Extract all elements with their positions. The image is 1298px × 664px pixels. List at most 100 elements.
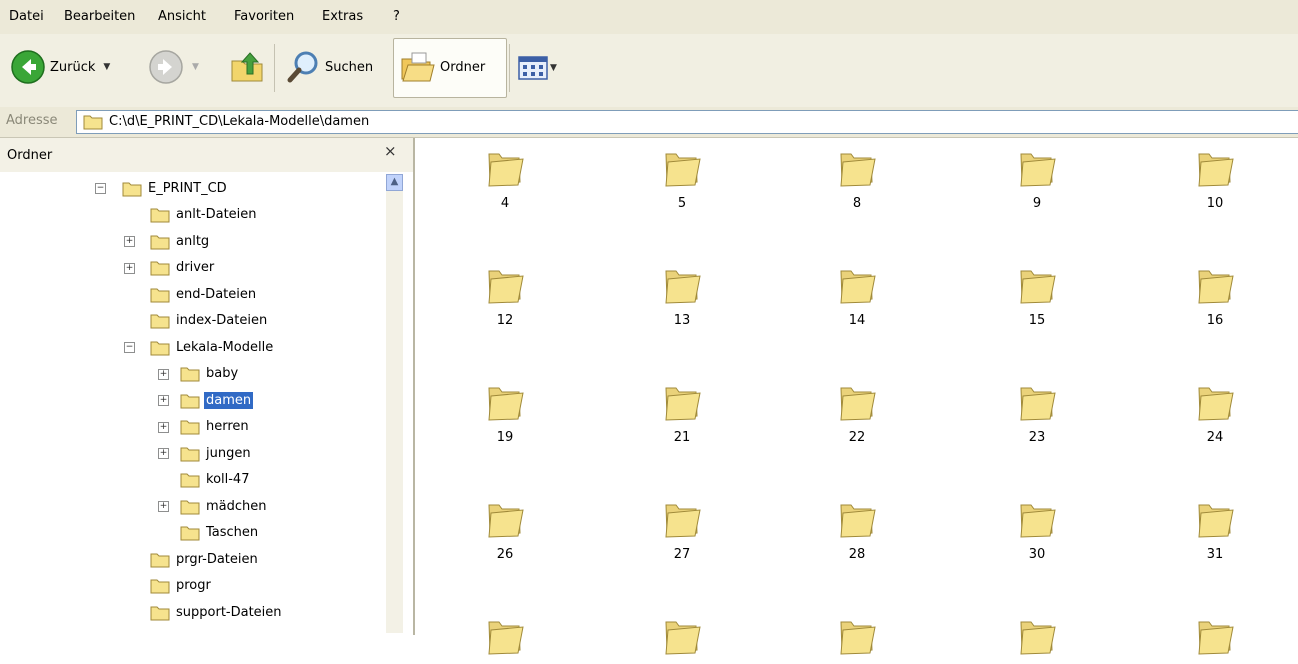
folder-name: 30 (1028, 547, 1046, 562)
back-button[interactable]: Zurück ▼ (10, 49, 110, 85)
folder-item[interactable] (1155, 618, 1275, 664)
tree-item[interactable]: baby (180, 363, 240, 385)
folder-icon (150, 235, 170, 249)
folder-icon (840, 387, 876, 421)
expand-icon[interactable]: + (158, 501, 169, 512)
tree-item-label: driver (176, 260, 215, 275)
folder-icon (1020, 504, 1056, 538)
tree-item[interactable]: mädchen (180, 495, 269, 517)
folder-pane-header: Ordner × (0, 138, 413, 172)
folder-name: 24 (1206, 430, 1224, 445)
folder-item[interactable]: 22 (797, 384, 917, 445)
tree-item[interactable]: anltg (150, 230, 211, 252)
view-button[interactable]: ▼ (518, 56, 557, 80)
folder-item[interactable]: 9 (977, 150, 1097, 211)
view-grid-icon (518, 56, 548, 80)
back-dropdown-icon[interactable]: ▼ (103, 62, 110, 72)
forward-dropdown-icon[interactable]: ▼ (192, 62, 199, 72)
folder-icon (1020, 387, 1056, 421)
up-folder-button[interactable] (228, 47, 266, 85)
menu-ansicht[interactable]: Ansicht (158, 9, 206, 24)
folder-icon (488, 387, 524, 421)
tree-item[interactable]: prgr-Dateien (150, 548, 260, 570)
tree-item[interactable]: progr (150, 575, 213, 597)
tree-item[interactable]: anlt-Dateien (150, 204, 259, 226)
folder-item[interactable]: 5 (622, 150, 742, 211)
folder-pane-title: Ordner (7, 148, 53, 163)
folder-item[interactable]: 23 (977, 384, 1097, 445)
folder-icon (180, 394, 200, 408)
search-button[interactable]: Suchen (285, 49, 373, 85)
folder-icon (180, 473, 200, 488)
tree-item-label: Lekala-Modelle (176, 339, 274, 355)
folder-icon (150, 579, 170, 594)
folder-item[interactable]: 13 (622, 267, 742, 328)
search-label: Suchen (325, 59, 374, 75)
folder-item[interactable]: 24 (1155, 384, 1275, 445)
folder-icon (180, 526, 200, 541)
folder-item[interactable] (797, 618, 917, 664)
close-icon[interactable]: × (384, 142, 397, 160)
folder-item[interactable] (977, 618, 1097, 664)
folder-item[interactable]: 31 (1155, 501, 1275, 562)
folder-icon (1020, 153, 1056, 187)
tree-item[interactable]: herren (180, 416, 251, 438)
folder-item[interactable]: 27 (622, 501, 742, 562)
folder-icon (1198, 504, 1234, 538)
folder-item[interactable]: 15 (977, 267, 1097, 328)
folder-name: 23 (1028, 430, 1046, 445)
folders-button[interactable]: Ordner (393, 38, 507, 98)
collapse-icon[interactable]: − (124, 342, 135, 353)
menu-extras[interactable]: Extras (322, 9, 363, 24)
folder-item[interactable]: 4 (445, 150, 565, 211)
folder-icon (150, 606, 170, 620)
folder-item[interactable]: 16 (1155, 267, 1275, 328)
menu-bearbeiten[interactable]: Bearbeiten (64, 9, 135, 24)
tree-scrollbar[interactable]: ▲ (386, 174, 403, 633)
tree-item[interactable]: index-Dateien (150, 310, 269, 332)
scroll-up-icon[interactable]: ▲ (386, 174, 403, 191)
folder-name: 13 (673, 313, 691, 328)
folder-item[interactable]: 21 (622, 384, 742, 445)
tree-item[interactable]: Taschen (180, 522, 260, 544)
expand-icon[interactable]: + (158, 421, 169, 433)
tree-item[interactable]: Lekala-Modelle (150, 336, 275, 358)
folder-icon (665, 270, 701, 304)
folder-item[interactable]: 19 (445, 384, 565, 445)
tree-item[interactable]: damen (180, 389, 254, 411)
folder-item[interactable]: 26 (445, 501, 565, 562)
view-dropdown-icon[interactable]: ▼ (550, 63, 557, 73)
tree-item[interactable]: jungen (180, 442, 253, 464)
tree-item[interactable]: E_PRINT_CD (122, 177, 229, 199)
expand-icon[interactable]: + (124, 262, 135, 274)
toolbar: Zurück ▼ ▼ Suchen Ordner ▼ (0, 34, 1298, 108)
address-field[interactable]: C:\d\E_PRINT_CD\Lekala-Modelle\damen (76, 110, 1298, 134)
tree-item[interactable]: end-Dateien (150, 283, 258, 305)
folder-icon (1020, 621, 1056, 655)
tree-item[interactable]: koll-47 (180, 469, 251, 491)
tree-item[interactable]: driver (150, 257, 216, 279)
folder-icon (665, 504, 701, 538)
folder-item[interactable]: 10 (1155, 150, 1275, 211)
folder-icon (1198, 153, 1234, 187)
folder-icon (150, 288, 170, 302)
menu-bar: Datei Bearbeiten Ansicht Favoriten Extra… (0, 0, 1298, 34)
folder-item[interactable] (445, 618, 565, 664)
folder-item[interactable]: 8 (797, 150, 917, 211)
menu-help[interactable]: ? (393, 9, 400, 24)
folder-item[interactable]: 12 (445, 267, 565, 328)
tree-item[interactable]: support-Dateien (150, 601, 284, 623)
expand-icon[interactable]: + (124, 236, 135, 247)
search-icon (287, 51, 318, 83)
forward-button[interactable]: ▼ (148, 49, 199, 85)
menu-datei[interactable]: Datei (9, 9, 44, 24)
folder-item[interactable]: 28 (797, 501, 917, 562)
expand-icon[interactable]: + (158, 368, 169, 380)
folder-item[interactable]: 30 (977, 501, 1097, 562)
folder-item[interactable]: 14 (797, 267, 917, 328)
expand-icon[interactable]: + (158, 448, 169, 459)
folder-item[interactable] (622, 618, 742, 664)
menu-favoriten[interactable]: Favoriten (234, 9, 294, 24)
expand-icon[interactable]: + (158, 395, 169, 406)
collapse-icon[interactable]: − (95, 183, 106, 194)
